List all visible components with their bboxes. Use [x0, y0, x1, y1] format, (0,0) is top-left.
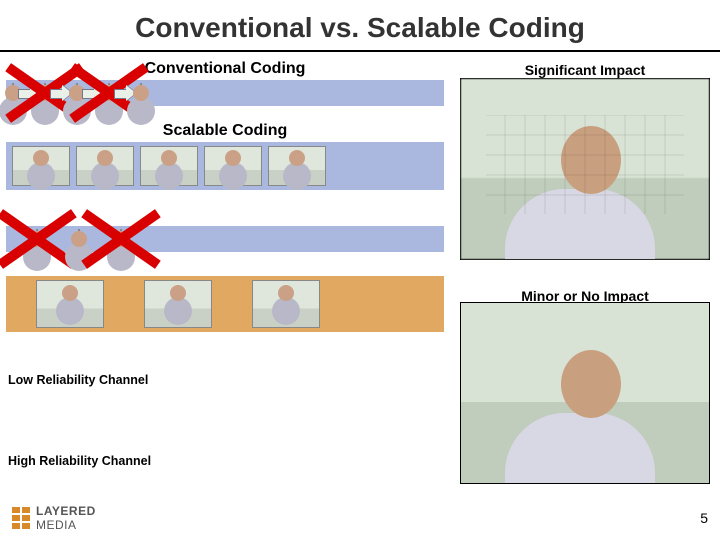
- frame-thumb: [76, 83, 78, 102]
- frame-thumb: [12, 146, 70, 186]
- high-reliability-strip: [6, 276, 444, 332]
- label-low-reliability: Low Reliability Channel: [8, 373, 148, 387]
- title-rule: [0, 50, 720, 52]
- frame-thumb: [140, 146, 198, 186]
- result-frame-degraded: [460, 78, 710, 260]
- frame-thumb: [204, 146, 262, 186]
- low-reliability-strip: [6, 226, 444, 252]
- result-frame-clean: [460, 302, 710, 484]
- frame-thumb: [78, 229, 80, 248]
- label-scalable: Scalable Coding: [0, 120, 450, 142]
- frame-thumb: [144, 280, 212, 328]
- label-conventional: Conventional Coding: [0, 58, 450, 80]
- brand-name-bottom: MEDIA: [36, 518, 96, 532]
- frame-thumb: [76, 146, 134, 186]
- frame-thumb: [36, 229, 38, 248]
- page-number: 5: [700, 510, 708, 526]
- slide-title: Conventional vs. Scalable Coding: [0, 0, 720, 50]
- label-high-reliability: High Reliability Channel: [8, 454, 151, 468]
- scalable-strip-dense: [6, 142, 444, 190]
- frame-thumb: [120, 229, 122, 248]
- frame-thumb: [36, 280, 104, 328]
- brand-name-top: LAYERED: [36, 504, 96, 518]
- brand-logo-icon: [12, 507, 30, 529]
- frame-thumb: [140, 83, 142, 102]
- footer: LAYERED MEDIA 5: [0, 504, 720, 532]
- label-significant-impact: Significant Impact: [460, 62, 710, 78]
- frame-thumb: [44, 83, 46, 102]
- frame-thumb: [108, 83, 110, 102]
- frame-thumb: [252, 280, 320, 328]
- conventional-strip: [6, 80, 444, 106]
- brand-logo: LAYERED MEDIA: [12, 504, 96, 532]
- frame-thumb: [12, 83, 14, 102]
- frame-thumb: [268, 146, 326, 186]
